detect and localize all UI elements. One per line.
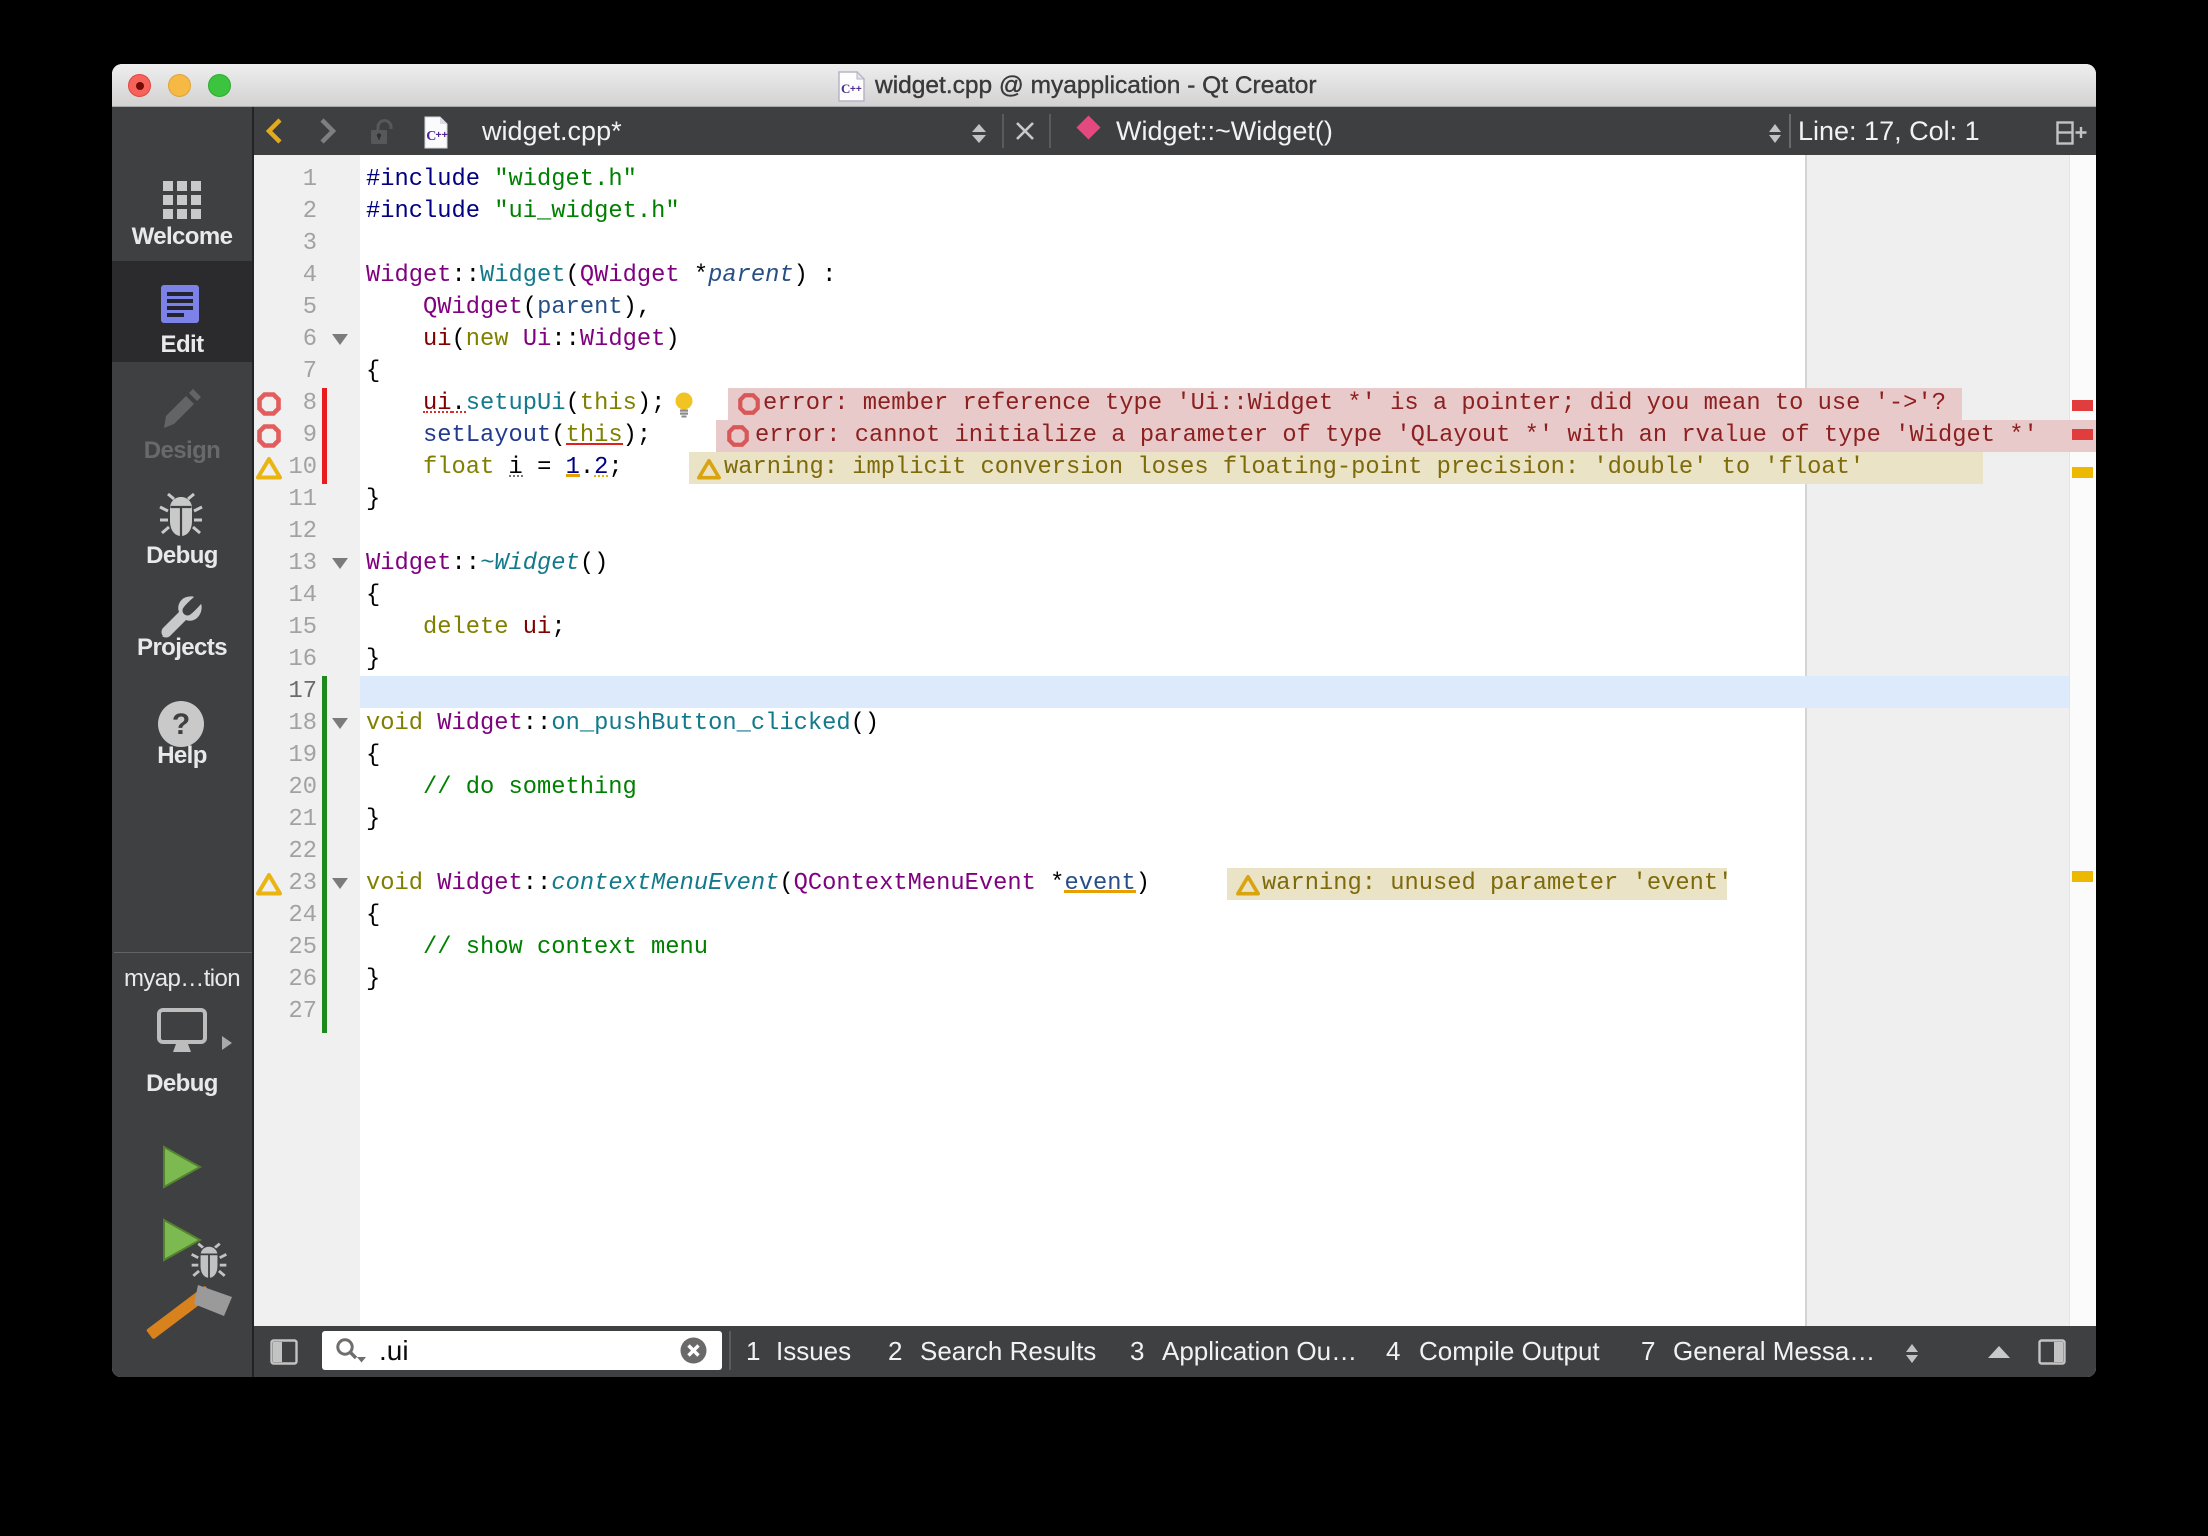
svg-text:++: ++ [850,84,862,95]
svg-text:C: C [841,81,850,96]
svg-text:?: ? [172,708,190,741]
svg-text:++: ++ [436,129,448,141]
